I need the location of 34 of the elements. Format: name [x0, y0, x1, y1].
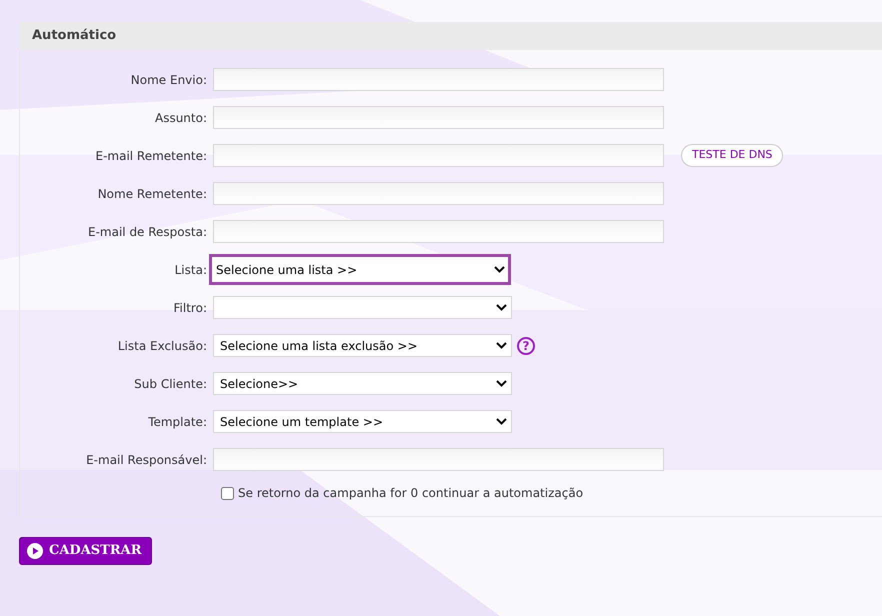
dropdown[interactable] [213, 296, 512, 319]
text-field[interactable] [213, 448, 664, 471]
field-label: E-mail Remetente: [94, 148, 208, 164]
text-field[interactable] [213, 144, 664, 167]
chevron-down-icon [496, 342, 507, 349]
field-label: Template: [147, 414, 208, 430]
text-field[interactable] [213, 220, 664, 243]
play-icon [27, 543, 43, 559]
field-label: E-mail Responsável: [85, 452, 208, 468]
chevron-down-icon [496, 418, 507, 425]
dropdown[interactable]: Selecione>> [213, 372, 512, 395]
dropdown[interactable]: Selecione um template >> [213, 410, 512, 433]
text-field[interactable] [213, 106, 664, 129]
help-button[interactable]: ? [517, 336, 535, 354]
chevron-down-icon [496, 380, 507, 387]
chevron-down-icon [494, 266, 505, 273]
field-label: Nome Envio: [130, 72, 208, 88]
dns-test-button[interactable]: TESTE DE DNS [681, 144, 784, 167]
text-field[interactable] [213, 68, 664, 91]
chevron-down-icon [496, 304, 507, 311]
text-field[interactable] [213, 182, 664, 205]
dropdown[interactable]: Selecione uma lista >> [209, 254, 511, 285]
checkbox[interactable] [221, 486, 234, 500]
field-label: E-mail de Resposta: [87, 224, 208, 240]
field-label: Assunto: [154, 110, 208, 126]
field-label: Filtro: [172, 300, 208, 316]
section-title: Automático [32, 27, 116, 46]
field-label: Lista Exclusão: [116, 338, 208, 354]
dropdown[interactable]: Selecione uma lista exclusão >> [213, 334, 512, 357]
submit-button[interactable]: CADASTRAR [19, 537, 152, 565]
field-label: Sub Cliente: [133, 376, 208, 392]
field-label: Nome Remetente: [96, 186, 208, 202]
checkbox-label: Se retorno da campanha for 0 continuar a automatização [238, 485, 584, 502]
field-label: Lista: [174, 262, 208, 278]
